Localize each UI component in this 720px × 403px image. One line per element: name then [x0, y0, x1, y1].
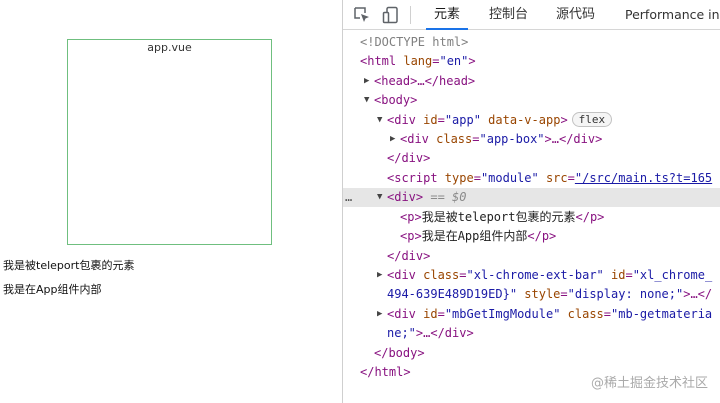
xl-style-value: "display: none;": [567, 287, 684, 301]
div-app-close: >: [560, 113, 568, 127]
expand-triangle-icon[interactable]: ▶: [364, 72, 369, 91]
watermark: @稀土掘金技术社区: [590, 376, 708, 391]
app-box: app.vue: [67, 39, 272, 245]
script-src-link[interactable]: "/src/main.ts?t=165: [575, 171, 712, 185]
app-box-class-value: "app-box": [479, 132, 545, 146]
dom-node-body[interactable]: ▼ <body>: [343, 91, 720, 110]
dom-node-script[interactable]: <script type="module" src="/src/main.ts?…: [343, 169, 720, 188]
body-open-tag: <body>: [374, 93, 418, 107]
dom-node-div-close[interactable]: </div>: [343, 247, 720, 266]
dom-node-div-close[interactable]: </div>: [343, 149, 720, 168]
mb-style-value-cont: ne;": [387, 326, 416, 340]
app-box-rest: >…</div>: [544, 132, 603, 146]
xl-id-attr: id: [603, 268, 626, 282]
html-lang-value: "en": [439, 54, 469, 68]
p-open-tag: <p>: [400, 229, 422, 243]
flex-badge[interactable]: flex: [571, 112, 613, 127]
p-teleport-text: 我是被teleport包裹的元素: [421, 210, 576, 224]
collapse-triangle-icon[interactable]: ▼: [364, 91, 369, 110]
device-toolbar-icon[interactable]: [381, 5, 401, 25]
dom-node-p-teleport[interactable]: <p>我是被teleport包裹的元素</p>: [343, 208, 720, 227]
p-close-tag: </p>: [527, 229, 557, 243]
expand-triangle-icon[interactable]: ▶: [377, 266, 382, 285]
script-type-attr: type: [437, 171, 474, 185]
tab-console[interactable]: 控制台: [489, 0, 528, 30]
body-close-tag: </body>: [374, 346, 425, 360]
app-box-tag: <div: [400, 132, 429, 146]
mb-class-attr: class: [560, 307, 604, 321]
xl-rest: >…</: [683, 287, 713, 301]
p-inner-text: 我是在App组件内部: [421, 229, 528, 243]
dom-node-doctype[interactable]: <!DOCTYPE html>: [343, 33, 720, 52]
div-app-id-value: "app": [444, 113, 481, 127]
html-close-tag: </html>: [360, 365, 411, 379]
dom-node-selected-div[interactable]: … ▼ <div> == $0: [343, 188, 720, 208]
mb-rest: >…</div>: [415, 326, 474, 340]
xl-id-value: "xl_chrome_: [632, 268, 713, 282]
div-app-id-attr: id: [415, 113, 438, 127]
dom-node-xl-chrome-ext-bar[interactable]: ▶ <div class="xl-chrome-ext-bar" id="xl_…: [343, 266, 720, 285]
div-close-tag: </div>: [387, 249, 431, 263]
dom-node-app-box[interactable]: ▶ <div class="app-box">…</div>: [343, 130, 720, 149]
html-open-tag: <html: [360, 54, 397, 68]
mb-class-value: "mb-getmateria: [611, 307, 713, 321]
tab-performance-insights[interactable]: Performance ins: [625, 0, 720, 30]
expand-triangle-icon[interactable]: ▶: [377, 305, 382, 324]
p-open-tag: <p>: [400, 210, 422, 224]
tab-elements[interactable]: 元素: [425, 0, 469, 30]
dom-tree: <!DOCTYPE html> <html lang="en"> ▶ <head…: [343, 31, 720, 403]
devtools-toolbar: 元素 控制台 源代码 Performance ins: [343, 0, 720, 30]
html-lang-attr: lang: [396, 54, 433, 68]
rendered-page-pane: app.vue 我是被teleport包裹的元素 我是在App组件内部: [0, 0, 342, 403]
expand-triangle-icon[interactable]: ▶: [390, 130, 395, 149]
mb-id-value: "mbGetImgModule": [444, 307, 561, 321]
mb-id-attr: id: [415, 307, 438, 321]
xl-class-attr: class: [415, 268, 460, 282]
toolbar-separator: [410, 6, 411, 24]
app-box-class-attr: class: [428, 132, 473, 146]
dom-node-html[interactable]: <html lang="en">: [343, 52, 720, 71]
inner-paragraph: 我是在App组件内部: [3, 283, 102, 296]
app-box-title: app.vue: [147, 41, 192, 54]
dom-node-mb-get-img-module[interactable]: ▶ <div id="mbGetImgModule" class="mb-get…: [343, 305, 720, 324]
dom-node-div-app[interactable]: ▼ <div id="app" data-v-app> flex: [343, 111, 720, 130]
inspect-element-icon[interactable]: [352, 5, 372, 25]
dom-node-mb-continuation[interactable]: ne;">…</div>: [343, 324, 720, 343]
teleport-paragraph: 我是被teleport包裹的元素: [3, 259, 135, 272]
div-app-tag: <div: [387, 113, 416, 127]
xl-style-attr: style: [517, 287, 561, 301]
dom-node-head[interactable]: ▶ <head>…</head>: [343, 72, 720, 91]
more-actions-icon[interactable]: …: [345, 188, 352, 207]
head-node-text: <head>…</head>: [374, 74, 476, 88]
dom-node-body-close[interactable]: </body>: [343, 344, 720, 363]
div-app-data-attr: data-v-app: [480, 113, 561, 127]
p-close-tag: </p>: [575, 210, 605, 224]
div-close-tag: </div>: [387, 151, 431, 165]
collapse-triangle-icon[interactable]: ▼: [377, 111, 382, 130]
dom-node-xl-continuation[interactable]: 494-639E489D19ED}" style="display: none;…: [343, 285, 720, 304]
script-tag: <script: [387, 171, 438, 185]
doctype-text: <!DOCTYPE html>: [360, 35, 469, 49]
selected-div-tag: <div>: [387, 190, 424, 204]
script-type-value: "module": [480, 171, 539, 185]
script-src-attr: src: [538, 171, 568, 185]
xl-class-value: "xl-chrome-ext-bar": [466, 268, 604, 282]
xl-id-value-cont: 494-639E489D19ED}": [387, 287, 518, 301]
dom-node-p-inner[interactable]: <p>我是在App组件内部</p>: [343, 227, 720, 246]
devtools-panel: 元素 控制台 源代码 Performance ins <!DOCTYPE htm…: [342, 0, 720, 403]
xl-tag: <div: [387, 268, 416, 282]
tab-sources[interactable]: 源代码: [556, 0, 595, 30]
selected-node-marker: == $0: [423, 190, 467, 204]
mb-tag: <div: [387, 307, 416, 321]
collapse-triangle-icon[interactable]: ▼: [377, 188, 382, 207]
